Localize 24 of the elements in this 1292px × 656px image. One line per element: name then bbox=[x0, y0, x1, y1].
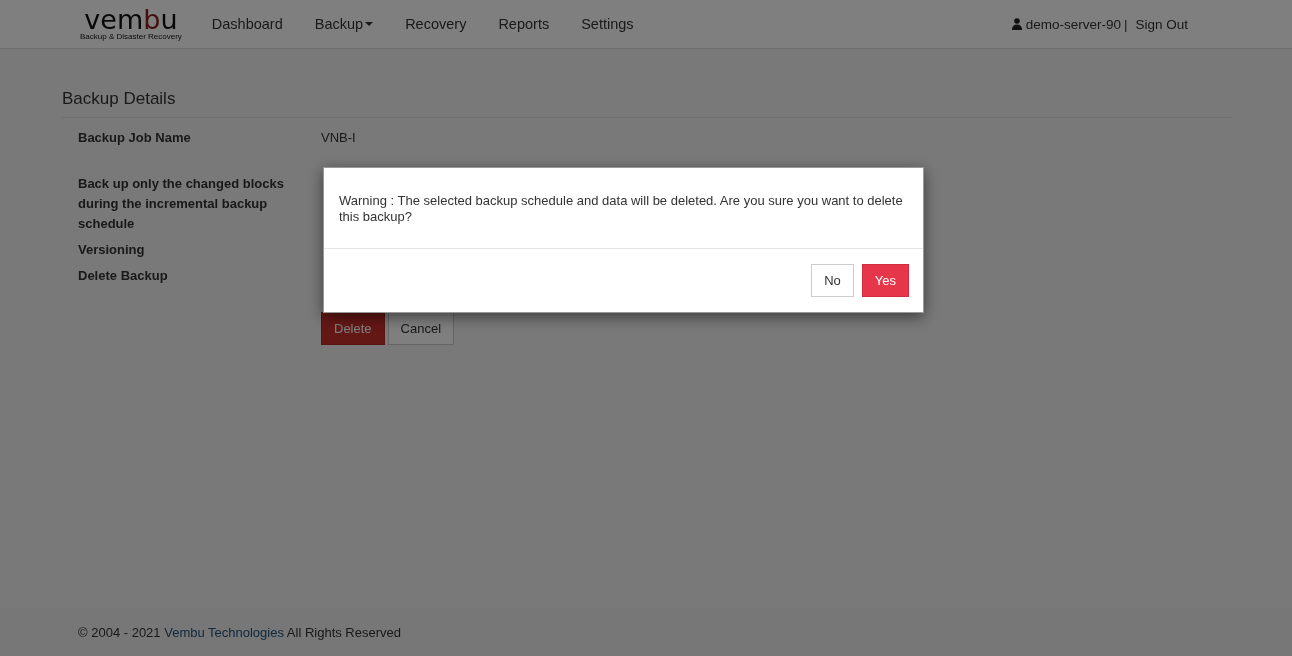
dialog-button[interactable]: No bbox=[811, 264, 854, 297]
field-value: VNB-I bbox=[321, 129, 356, 147]
logo[interactable]: vembu Backup & Disaster Recovery bbox=[80, 7, 182, 41]
nav-link[interactable]: Recovery bbox=[389, 16, 483, 32]
nav-link[interactable]: Dashboard bbox=[195, 16, 299, 32]
copyright-text: © 2004 - 2021 Vembu Technologies All Rights Reserved bbox=[78, 624, 401, 640]
action-button[interactable]: Delete bbox=[321, 312, 385, 345]
section-title: Backup Details bbox=[62, 89, 1232, 118]
nav-link[interactable]: Settings bbox=[565, 16, 650, 32]
caret-icon bbox=[365, 22, 374, 26]
nav-link[interactable]: Reports bbox=[482, 16, 566, 32]
sign-out-link[interactable]: Sign Out bbox=[1135, 16, 1188, 32]
field-label: Delete Backup bbox=[78, 267, 169, 285]
action-button[interactable]: Cancel bbox=[387, 312, 455, 345]
user-icon bbox=[1011, 18, 1022, 30]
dialog-button[interactable]: Yes bbox=[861, 264, 909, 297]
nav-link[interactable]: Backup bbox=[298, 16, 390, 32]
field-label: Versioning bbox=[78, 241, 146, 259]
separator: | bbox=[1123, 16, 1128, 32]
company-link[interactable]: Vembu Technologies bbox=[164, 624, 284, 640]
field-label: Backup Job Name bbox=[78, 129, 192, 147]
warning-message: Warning : The selected backup schedule and data will be deleted. Are you sure you want to delete this backup? bbox=[324, 168, 923, 249]
username: demo-server-90 bbox=[1025, 16, 1121, 32]
field-label: Back up only the changed blocks during the incremental backup schedule bbox=[78, 175, 285, 233]
